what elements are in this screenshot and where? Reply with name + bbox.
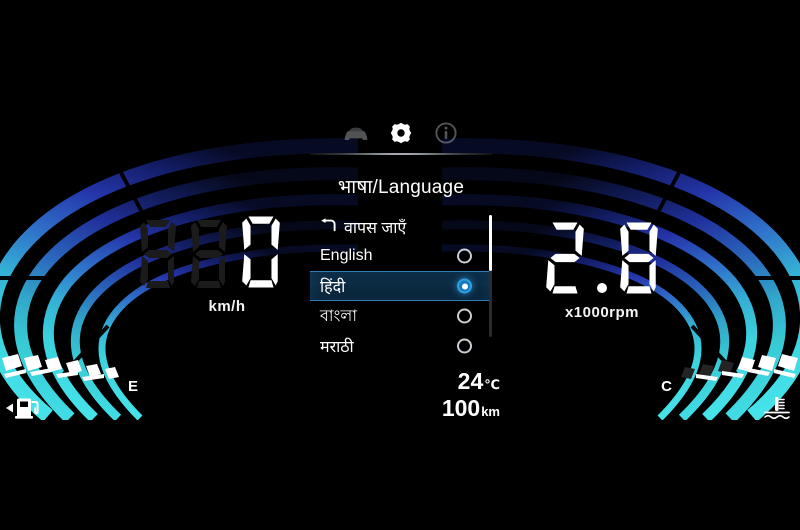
outside-temperature: 24℃ — [370, 368, 500, 395]
option-label: मराठी — [320, 339, 354, 356]
info-readout: 24℃ 100km — [370, 368, 500, 422]
fuel-pump-icon — [4, 396, 46, 425]
menu-title: भाषा/Language — [337, 177, 465, 198]
odometer: 100km — [370, 395, 500, 422]
rpm-digit-2 — [546, 222, 584, 294]
language-option-marathi[interactable]: मराठी — [310, 331, 492, 361]
menu-scrollbar-track[interactable] — [489, 215, 492, 337]
info-icon[interactable] — [433, 120, 459, 146]
language-menu-panel: भाषा/Language वापस जाएँ English हिंदी বা… — [310, 116, 492, 356]
temperature-gauge-bars — [681, 354, 798, 381]
temperature-value: 24 — [457, 368, 484, 394]
instrument-cluster: km/h x1000rpm भाषा/Language वापस जाएँ En… — [0, 0, 800, 530]
coolant-cold-label: C — [661, 378, 672, 395]
speed-value-digit — [242, 216, 280, 288]
car-icon[interactable] — [343, 120, 369, 146]
gear-icon[interactable] — [388, 120, 414, 146]
language-option-list: वापस जाएँ English हिंदी বাংলা मराठी — [310, 213, 492, 361]
speed-ghost-digit-2 — [191, 220, 227, 288]
temperature-unit: ℃ — [484, 377, 500, 392]
language-option-english[interactable]: English — [310, 241, 492, 271]
language-option-bengali[interactable]: বাংলা — [310, 301, 492, 331]
rpm-digits — [452, 218, 752, 298]
option-label: हिंदी — [320, 279, 346, 296]
back-menu-item[interactable]: वापस जाएँ — [310, 213, 492, 241]
back-menu-label: वापस जाएँ — [344, 220, 407, 237]
coolant-temp-icon — [760, 396, 794, 427]
language-option-hindi[interactable]: हिंदी — [310, 271, 492, 301]
fuel-gauge: E — [0, 352, 190, 424]
radio-button-marathi[interactable] — [457, 338, 472, 354]
radio-button-english[interactable] — [457, 248, 472, 264]
menu-tab-bar — [310, 116, 492, 150]
rpm-unit-label: x1000rpm — [564, 304, 640, 321]
odometer-value: 100 — [441, 395, 481, 422]
odometer-unit: km — [481, 404, 500, 420]
option-label: English — [320, 247, 373, 264]
rpm-decimal-point — [597, 283, 607, 293]
fuel-empty-label: E — [128, 378, 139, 395]
menu-divider — [310, 153, 492, 155]
speed-ghost-digit-1 — [140, 220, 176, 288]
menu-scrollbar-thumb[interactable] — [489, 215, 492, 271]
rpm-digit-8 — [620, 222, 658, 294]
option-label: বাংলা — [320, 307, 357, 325]
tachometer: x1000rpm — [452, 218, 752, 321]
fuel-gauge-bars — [2, 354, 119, 381]
radio-button-hindi[interactable] — [457, 278, 472, 294]
temperature-gauge: C — [610, 352, 800, 424]
radio-button-bengali[interactable] — [457, 308, 472, 324]
back-arrow-icon — [320, 217, 337, 237]
